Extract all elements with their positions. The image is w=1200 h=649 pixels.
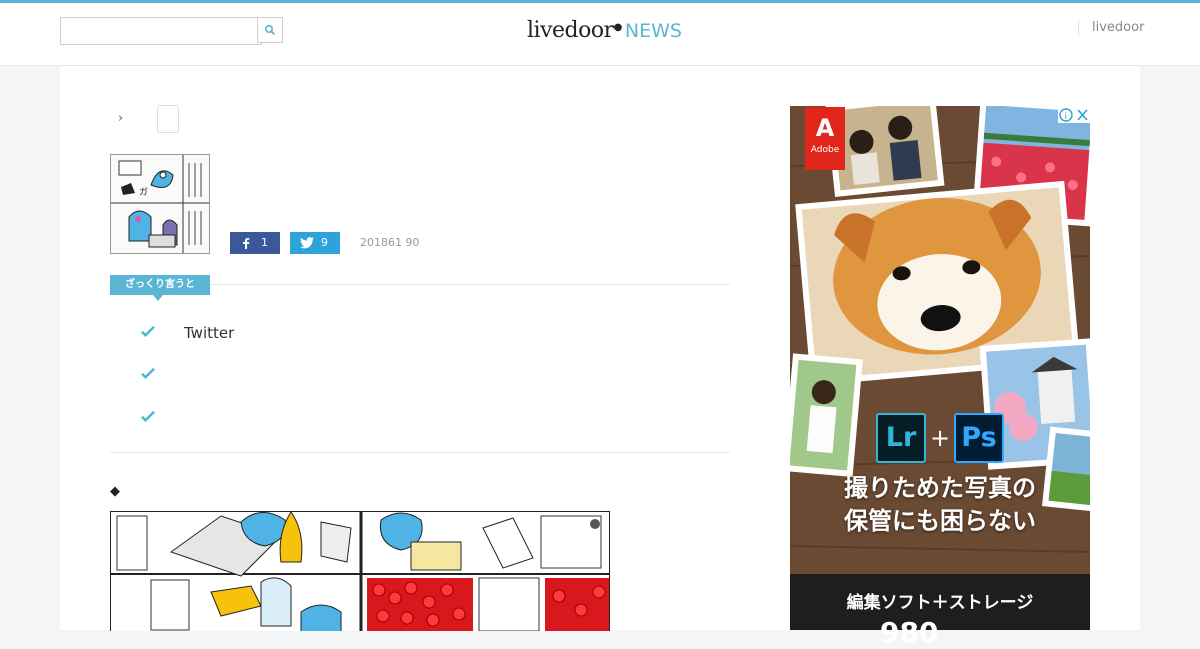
site-logo[interactable]: livedoor● NEWS: [527, 18, 682, 46]
summary-item: Twitter: [184, 324, 235, 342]
manga-panels: [111, 512, 609, 631]
twitter-share-button[interactable]: 9: [290, 232, 340, 254]
adobe-logo-mark: A: [815, 114, 835, 142]
summary-bottom-divider: [110, 452, 730, 453]
search-icon: [264, 24, 276, 36]
search-input[interactable]: [60, 17, 262, 45]
facebook-share-count: 1: [261, 236, 268, 249]
article-thumbnail[interactable]: ガ: [110, 154, 210, 254]
breadcrumb-separator: ›: [118, 111, 124, 126]
adobe-logo-text: Adobe: [810, 145, 840, 155]
logo-dot: ●: [613, 22, 623, 33]
twitter-share-count: 9: [321, 236, 328, 249]
ad-headline-line1: 撮りためた写真の: [844, 474, 1036, 502]
article-manga-image[interactable]: [110, 511, 610, 631]
adchoices-icon: i: [1059, 108, 1088, 122]
summary-label: ざっくり言うと: [110, 275, 210, 301]
ad-headline-line2: 保管にも困らない: [844, 507, 1036, 535]
facebook-icon: [243, 238, 250, 249]
check-icon: [141, 326, 155, 337]
lightroom-icon: Lr: [876, 413, 926, 463]
header-livedoor-link[interactable]: livedoor: [1078, 21, 1144, 35]
twitter-icon: [300, 237, 314, 249]
manga-thumbnail-image: ガ: [111, 155, 209, 253]
logo-news: NEWS: [624, 20, 682, 42]
ad-headline: 撮りためた写真の 保管にも困らない: [790, 472, 1090, 538]
sidebar-ad[interactable]: [790, 106, 1090, 630]
ad-price: 980: [880, 616, 939, 649]
logo-text: livedoor: [527, 18, 614, 43]
check-icon: [141, 368, 155, 379]
search-button[interactable]: [257, 17, 283, 43]
ad-subline: 編集ソフト＋ストレージ: [846, 593, 1034, 613]
svg-text:i: i: [1065, 112, 1068, 122]
breadcrumb-item[interactable]: [157, 105, 179, 133]
facebook-share-button[interactable]: 1: [230, 232, 280, 254]
svg-text:ガ: ガ: [139, 187, 148, 198]
article-meta: 201861 90: [360, 236, 420, 249]
section-marker: ◆: [110, 484, 120, 499]
photoshop-icon: Ps: [954, 413, 1004, 463]
ad-close-button[interactable]: i: [1058, 107, 1090, 123]
ad-photo-collage: [790, 106, 1090, 630]
ad-plus-sign: +: [930, 424, 951, 452]
adobe-logo: A Adobe: [805, 107, 845, 170]
check-icon: [141, 411, 155, 422]
